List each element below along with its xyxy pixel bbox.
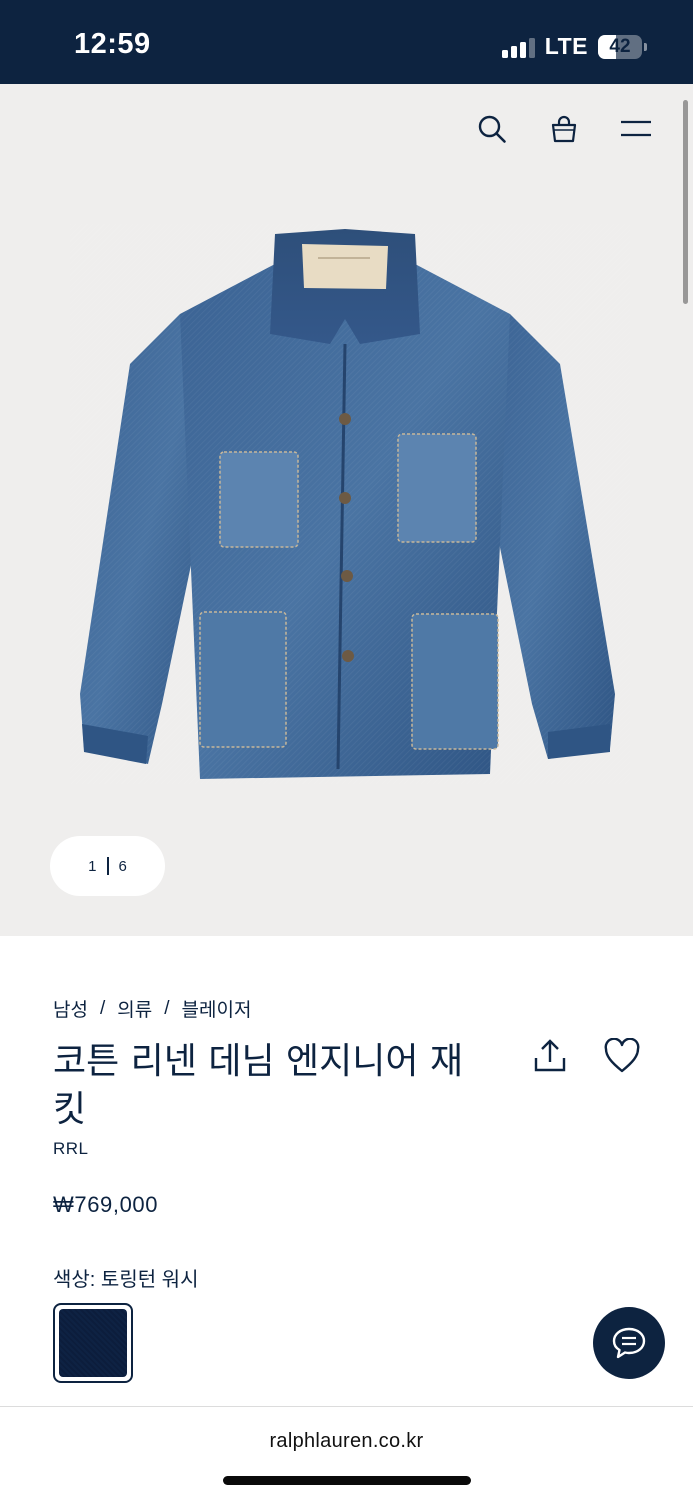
product-price: ₩769,000 <box>53 1192 159 1217</box>
chat-button[interactable] <box>593 1307 665 1379</box>
pager-total: 6 <box>118 857 127 875</box>
chat-bubble-icon <box>612 1327 646 1359</box>
breadcrumb-separator: / <box>99 997 106 1019</box>
product-image <box>70 224 630 784</box>
breadcrumb: 남성 / 의류 / 블레이저 <box>53 995 251 1022</box>
network-label: LTE <box>544 33 588 59</box>
home-indicator[interactable] <box>223 1476 471 1485</box>
status-bar: 12:59 LTE 42 <box>0 0 693 84</box>
breadcrumb-item-clothing[interactable]: 의류 <box>117 995 152 1022</box>
image-pager[interactable]: 1 6 <box>50 836 165 896</box>
search-icon[interactable] <box>475 112 509 146</box>
url-text[interactable]: ralphlauren.co.kr <box>0 1430 693 1453</box>
status-time: 12:59 <box>74 28 151 60</box>
battery-icon: 42 <box>598 34 642 59</box>
product-brand: RRL <box>53 1139 89 1158</box>
color-swatch-fill <box>59 1309 127 1377</box>
battery-cap <box>644 42 647 51</box>
product-title: 코튼 리넨 데님 엔지니어 재킷 <box>53 1041 464 1130</box>
header-actions <box>475 112 653 146</box>
signal-icon <box>501 36 535 58</box>
share-icon[interactable] <box>531 1036 569 1076</box>
breadcrumb-item-blazers[interactable]: 블레이저 <box>182 995 252 1022</box>
status-indicators: LTE 42 <box>501 33 647 60</box>
pager-divider <box>106 857 109 875</box>
color-label: 색상: 토링턴 워시 <box>53 1269 199 1291</box>
shopping-bag-icon[interactable] <box>547 112 581 146</box>
wishlist-heart-icon[interactable] <box>603 1036 641 1076</box>
breadcrumb-item-men[interactable]: 남성 <box>53 995 88 1022</box>
product-actions <box>531 1036 641 1076</box>
breadcrumb-separator: / <box>164 997 170 1019</box>
battery-level: 42 <box>609 35 631 57</box>
browser-url-bar[interactable]: ralphlauren.co.kr <box>0 1406 693 1500</box>
scrollbar[interactable] <box>683 100 688 304</box>
product-image-gallery[interactable]: 1 6 <box>0 84 693 936</box>
pager-current: 1 <box>88 857 97 875</box>
menu-icon[interactable] <box>619 112 653 146</box>
color-swatch-selected[interactable] <box>53 1303 133 1383</box>
